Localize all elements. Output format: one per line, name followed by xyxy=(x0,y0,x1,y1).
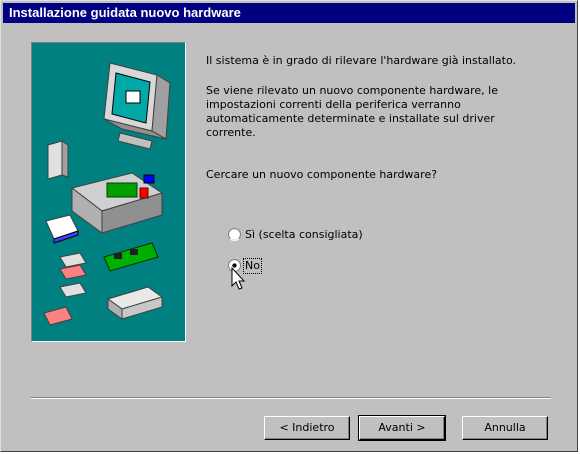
back-button[interactable]: < Indietro xyxy=(264,416,350,440)
radio-yes-label[interactable]: Sì (scelta consigliata) xyxy=(245,228,363,242)
detail-line-2: impostazioni correnti della periferica v… xyxy=(206,98,461,111)
separator-light xyxy=(31,398,551,399)
title-bar[interactable]: Installazione guidata nuovo hardware xyxy=(3,3,575,23)
intro-text: Il sistema è in grado di rilevare l'hard… xyxy=(206,54,516,67)
radio-yes[interactable] xyxy=(228,228,241,241)
detail-line-3: automaticamente determinate e installate… xyxy=(206,112,495,125)
hardware-art-icon xyxy=(43,62,171,326)
question-text: Cercare un nuovo componente hardware? xyxy=(206,168,438,181)
detail-line-4: corrente. xyxy=(206,126,256,139)
cancel-button[interactable]: Annulla xyxy=(462,416,548,440)
detail-line-1: Se viene rilevato un nuovo componente ha… xyxy=(206,84,498,97)
mouse-pointer-icon xyxy=(231,267,246,290)
hardware-illustration xyxy=(31,42,186,342)
wizard-dialog: Installazione guidata nuovo hardware Il … xyxy=(0,0,578,452)
next-button[interactable]: Avanti > xyxy=(358,415,446,441)
